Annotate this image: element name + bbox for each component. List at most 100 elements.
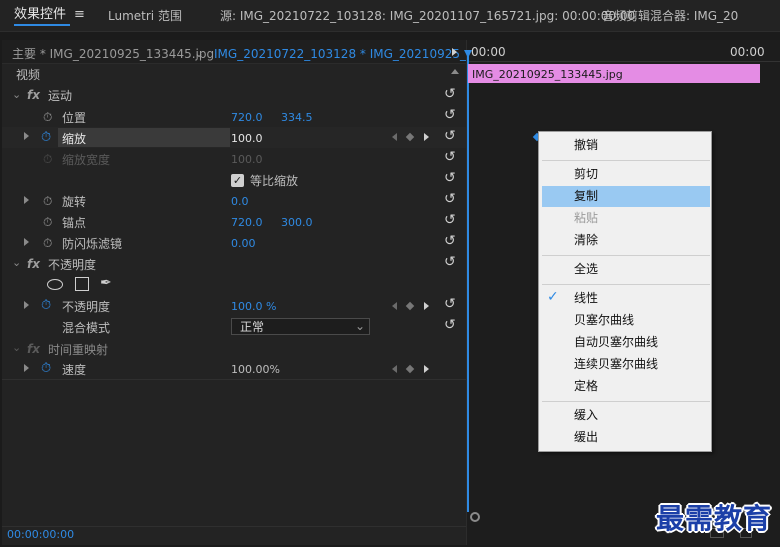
menu-item-clear[interactable]: 清除: [542, 230, 710, 251]
position-y-value[interactable]: 334.5: [281, 111, 313, 125]
play-only-icon[interactable]: [452, 48, 457, 56]
collapse-chevron-icon[interactable]: ⌄: [12, 88, 21, 101]
tab-audio-clip-mixer[interactable]: 音频剪辑混合器: IMG_20: [602, 9, 778, 23]
tab-effect-controls[interactable]: 效果控件: [14, 8, 66, 22]
blend-mode-dropdown[interactable]: 正常 ⌄: [231, 318, 370, 335]
zoom-scroll-handle[interactable]: [470, 512, 480, 522]
menu-divider: [542, 401, 710, 402]
anti-flicker-value[interactable]: 0.00: [231, 237, 256, 251]
fx-icon[interactable]: fx: [27, 88, 40, 102]
anchor-y-value[interactable]: 300.0: [281, 216, 313, 230]
stopwatch-active-icon[interactable]: ⏱: [41, 299, 51, 313]
menu-item-continuous-bezier[interactable]: 连续贝塞尔曲线: [542, 354, 710, 375]
expand-arrow-icon[interactable]: [24, 364, 29, 372]
reset-icon[interactable]: ↺: [444, 171, 456, 185]
next-keyframe-icon[interactable]: [424, 302, 429, 310]
footer-divider: [2, 526, 466, 527]
reset-icon[interactable]: ↺: [444, 255, 456, 269]
menu-item-select-all[interactable]: 全选: [542, 259, 710, 280]
expand-arrow-icon[interactable]: [24, 132, 29, 140]
playhead-handle-icon[interactable]: [464, 50, 472, 58]
prev-keyframe-icon[interactable]: [392, 133, 397, 141]
section-divider: [2, 379, 466, 380]
add-keyframe-icon[interactable]: [405, 132, 415, 142]
playhead[interactable]: [467, 50, 469, 512]
speed-value[interactable]: 100.00%: [231, 363, 280, 377]
master-clip-label[interactable]: 主要 * IMG_20210925_133445.jpg: [12, 47, 214, 61]
add-keyframe-icon[interactable]: [405, 301, 415, 311]
opacity-label: 不透明度: [62, 300, 111, 314]
prev-keyframe-icon[interactable]: [392, 365, 397, 373]
blend-mode-label: 混合模式: [62, 321, 111, 335]
collapse-chevron-icon[interactable]: ⌄: [12, 256, 21, 269]
collapse-chevron-icon[interactable]: ⌄: [12, 341, 21, 354]
menu-item-hold[interactable]: 定格: [542, 376, 710, 397]
context-menu: 撤销 剪切 复制 粘贴 清除 全选 线性 ✓ 贝塞尔曲线 自动贝塞尔曲线 连续贝…: [538, 131, 712, 452]
menu-item-bezier[interactable]: 贝塞尔曲线: [542, 310, 710, 331]
menu-item-ease-out[interactable]: 缓出: [542, 427, 710, 448]
scroll-up-icon[interactable]: [451, 69, 459, 74]
menu-divider: [542, 284, 710, 285]
stopwatch-active-icon[interactable]: ⏱: [41, 131, 51, 145]
stopwatch-icon[interactable]: ⏱: [43, 110, 52, 124]
menu-item-copy[interactable]: 复制: [542, 186, 710, 207]
next-keyframe-icon[interactable]: [424, 365, 429, 373]
stopwatch-icon[interactable]: ⏱: [43, 194, 52, 208]
menu-item-cut[interactable]: 剪切: [542, 164, 710, 185]
ellipse-mask-icon[interactable]: [47, 279, 63, 290]
position-x-value[interactable]: 720.0: [231, 111, 263, 125]
menu-item-ease-in[interactable]: 缓入: [542, 405, 710, 426]
reset-icon[interactable]: ↺: [444, 297, 456, 311]
time-remap-label: 时间重映射: [48, 343, 109, 357]
menu-divider: [542, 255, 710, 256]
reset-icon[interactable]: ↺: [444, 87, 456, 101]
blend-mode-value: 正常: [240, 320, 265, 334]
next-keyframe-icon[interactable]: [424, 133, 429, 141]
chevron-down-icon[interactable]: ⌄: [194, 46, 204, 60]
scale-width-label: 缩放宽度: [62, 153, 111, 167]
watermark-logo: 最需教育: [656, 502, 773, 535]
tab-lumetri-scopes[interactable]: Lumetri 范围: [108, 9, 182, 23]
fx-icon[interactable]: fx: [27, 257, 40, 271]
stopwatch-active-icon[interactable]: ⏱: [41, 362, 51, 376]
position-label: 位置: [62, 111, 87, 125]
rotation-label: 旋转: [62, 195, 87, 209]
reset-icon[interactable]: ↺: [444, 129, 456, 143]
motion-effect-label: 运动: [48, 89, 73, 103]
expand-arrow-icon[interactable]: [24, 238, 29, 246]
reset-icon[interactable]: ↺: [444, 192, 456, 206]
chevron-down-icon: ⌄: [354, 319, 365, 333]
anchor-x-value[interactable]: 720.0: [231, 216, 263, 230]
reset-icon[interactable]: ↺: [444, 108, 456, 122]
uniform-scale-label: 等比缩放: [250, 174, 299, 188]
ruler-end-time: 00:00: [730, 45, 765, 59]
stopwatch-icon[interactable]: ⏱: [43, 215, 52, 229]
stopwatch-icon[interactable]: ⏱: [43, 236, 52, 250]
add-keyframe-icon[interactable]: [405, 364, 415, 374]
reset-icon[interactable]: ↺: [444, 150, 456, 164]
anchor-point-label: 锚点: [62, 216, 87, 230]
uniform-scale-checkbox[interactable]: ✓: [231, 174, 244, 187]
pen-mask-icon[interactable]: ✒: [100, 276, 112, 290]
sequence-clip-label[interactable]: IMG_20210722_103128 * IMG_20210925_...: [214, 47, 477, 61]
scale-label: 缩放: [62, 132, 87, 146]
rectangle-mask-icon[interactable]: [75, 277, 89, 291]
panel-menu-icon[interactable]: ≡: [74, 8, 85, 22]
speed-label: 速度: [62, 363, 87, 377]
tab-source-monitor[interactable]: 源: IMG_20210722_103128: IMG_20201107_165…: [220, 9, 635, 23]
scale-value[interactable]: 100.0: [231, 132, 263, 146]
opacity-value[interactable]: 100.0 %: [231, 300, 276, 314]
expand-arrow-icon[interactable]: [24, 196, 29, 204]
menu-item-undo[interactable]: 撤销: [542, 135, 710, 156]
reset-icon[interactable]: ↺: [444, 213, 456, 227]
current-time-display[interactable]: 00:00:00:00: [7, 528, 74, 542]
prev-keyframe-icon[interactable]: [392, 302, 397, 310]
reset-icon[interactable]: ↺: [444, 318, 456, 332]
checkmark-icon: ✓: [547, 289, 559, 305]
video-section-label: 视频: [16, 68, 41, 82]
menu-item-auto-bezier[interactable]: 自动贝塞尔曲线: [542, 332, 710, 353]
menu-item-linear[interactable]: 线性: [542, 288, 710, 309]
reset-icon[interactable]: ↺: [444, 234, 456, 248]
rotation-value[interactable]: 0.0: [231, 195, 249, 209]
expand-arrow-icon[interactable]: [24, 301, 29, 309]
